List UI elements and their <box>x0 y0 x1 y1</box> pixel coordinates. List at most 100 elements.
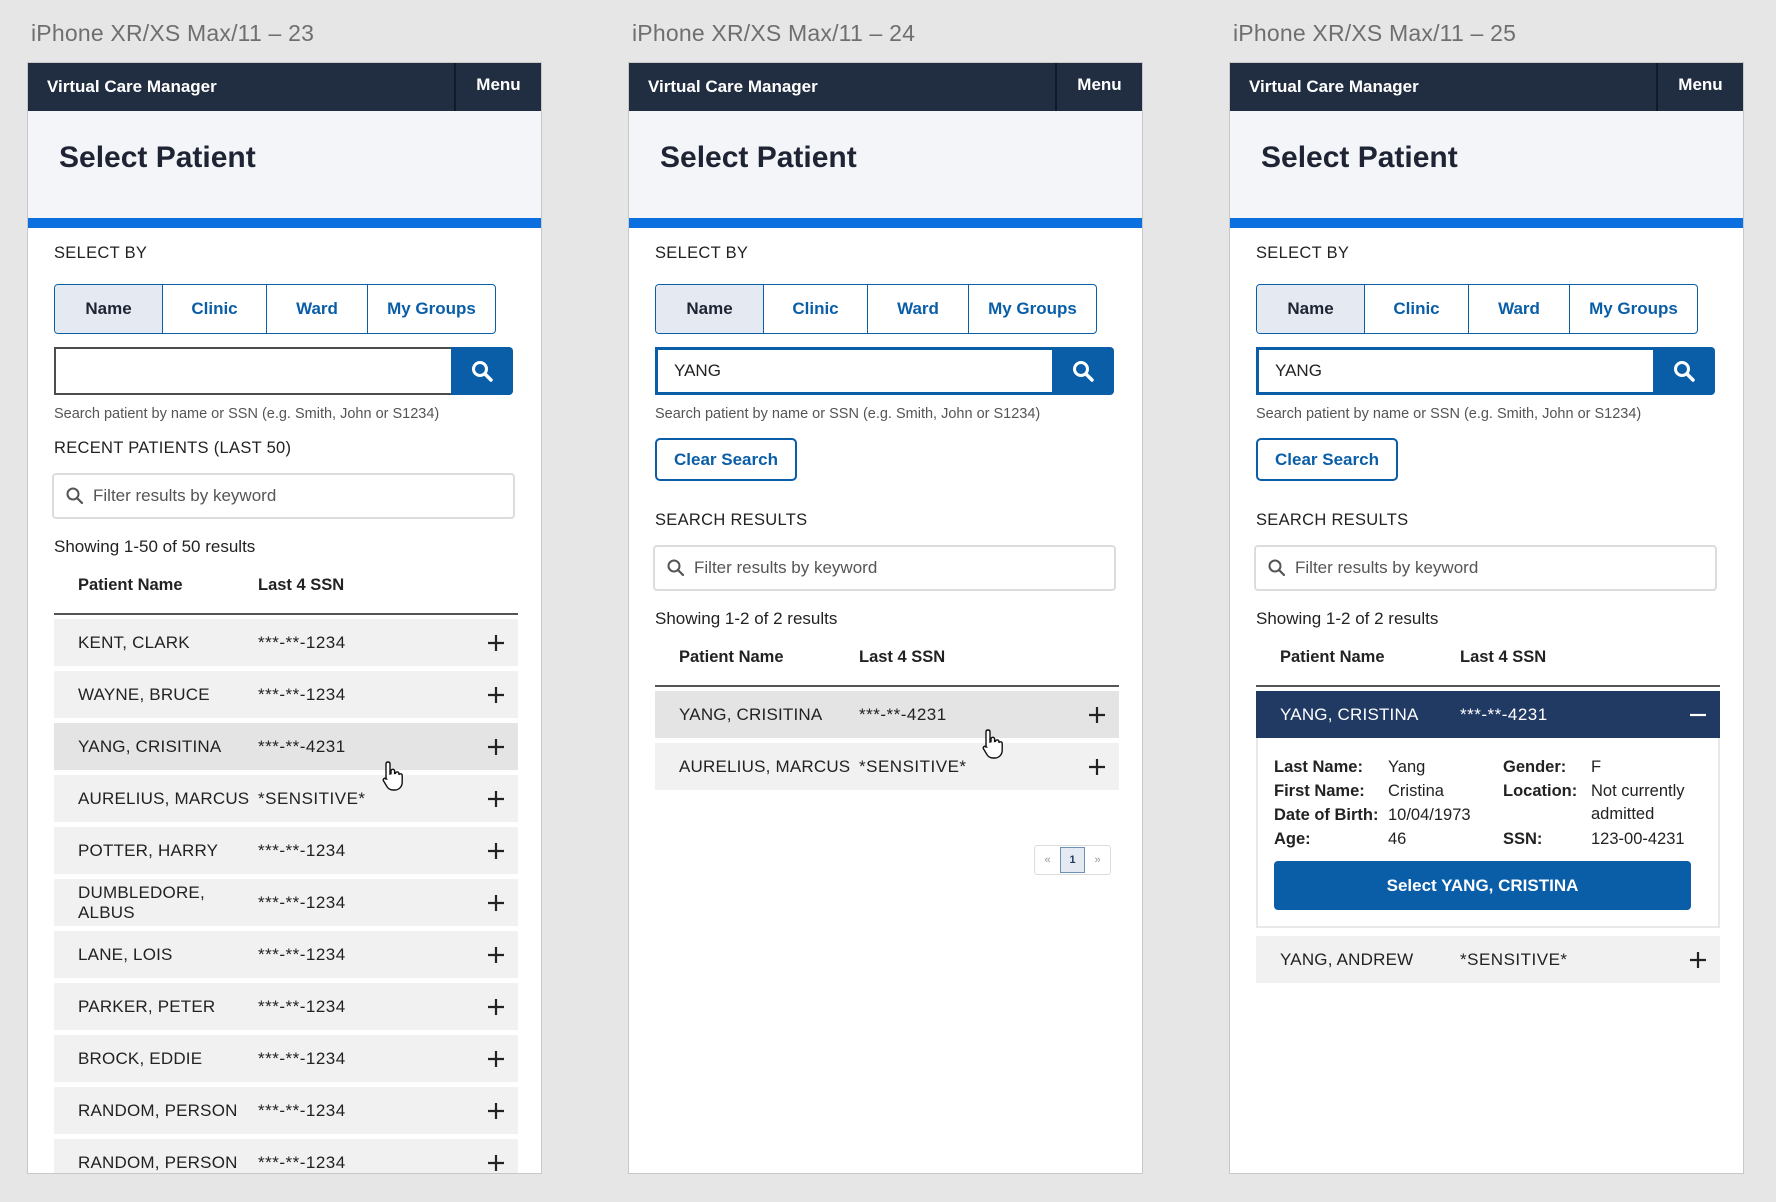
search-button[interactable] <box>1052 347 1114 395</box>
search-results-label: SEARCH RESULTS <box>1256 511 1409 529</box>
search-icon <box>472 361 493 382</box>
patient-row[interactable]: DUMBLEDORE, ALBUS ***-**-1234 <box>54 879 518 926</box>
patient-row[interactable]: PARKER, PETER ***-**-1234 <box>54 983 518 1030</box>
filter-input[interactable]: Filter results by keyword <box>52 473 515 519</box>
first-name-label: First Name: <box>1274 782 1365 800</box>
page-header: Select Patient <box>629 111 1142 228</box>
expand-plus-icon[interactable] <box>1075 758 1119 776</box>
expand-plus-icon[interactable] <box>474 842 518 860</box>
expand-plus-icon[interactable] <box>474 634 518 652</box>
expand-plus-icon[interactable] <box>474 998 518 1016</box>
patient-row[interactable]: AURELIUS, MARCUS *SENSITIVE* <box>54 775 518 822</box>
patient-row[interactable]: AURELIUS, MARCUS *SENSITIVE* <box>655 743 1119 790</box>
select-by-my-groups-tab[interactable]: My Groups <box>367 285 495 333</box>
select-by-segmented-control: Name Clinic Ward My Groups <box>1256 284 1698 334</box>
patient-ssn: *SENSITIVE* <box>258 788 366 808</box>
search-hint: Search patient by name or SSN (e.g. Smit… <box>54 406 440 422</box>
col-patient-name: Patient Name <box>679 648 784 666</box>
select-by-ward-tab[interactable]: Ward <box>867 285 968 333</box>
first-name-value: Cristina <box>1388 782 1444 800</box>
select-by-name-tab[interactable]: Name <box>656 285 763 333</box>
patient-name: YANG, CRISITINA <box>78 736 222 756</box>
select-by-name-tab[interactable]: Name <box>1257 285 1364 333</box>
patient-name: POTTER, HARRY <box>78 840 219 860</box>
select-by-clinic-tab[interactable]: Clinic <box>162 285 266 333</box>
top-nav-bar: Virtual Care Manager Menu <box>1230 63 1743 111</box>
age-value: 46 <box>1388 830 1407 848</box>
patient-row[interactable]: RANDOM, PERSON ***-**-1234 <box>54 1139 518 1173</box>
patient-row[interactable]: BROCK, EDDIE ***-**-1234 <box>54 1035 518 1082</box>
patient-ssn: ***-**-1234 <box>258 1100 346 1120</box>
expand-plus-icon[interactable] <box>474 894 518 912</box>
pagination: « 1 » <box>1034 845 1111 875</box>
patient-name: RANDOM, PERSON <box>78 1152 238 1172</box>
select-patient-button[interactable]: Select YANG, CRISTINA <box>1274 861 1691 910</box>
patient-row[interactable]: WAYNE, BRUCE ***-**-1234 <box>54 671 518 718</box>
patient-detail-panel: Last Name: Yang Gender: F First Name: Cr… <box>1256 738 1720 928</box>
patient-name: YANG, ANDREW <box>1280 949 1414 969</box>
filter-input[interactable]: Filter results by keyword <box>653 545 1116 591</box>
expand-plus-icon[interactable] <box>474 1154 518 1172</box>
select-by-ward-tab[interactable]: Ward <box>266 285 367 333</box>
location-value: Not currently admitted <box>1591 782 1685 823</box>
patient-search-input[interactable] <box>1256 347 1653 395</box>
location-label: Location: <box>1503 782 1578 800</box>
patient-ssn: ***-**-1234 <box>258 892 346 912</box>
artboard-label: iPhone XR/XS Max/11 – 23 <box>31 20 315 46</box>
expand-plus-icon[interactable] <box>1075 706 1119 724</box>
patient-name: LANE, LOIS <box>78 944 173 964</box>
patient-row[interactable]: POTTER, HARRY ***-**-1234 <box>54 827 518 874</box>
clear-search-button[interactable]: Clear Search <box>655 438 797 481</box>
dob-value: 10/04/1973 <box>1388 806 1471 824</box>
patient-search-input[interactable] <box>54 347 451 395</box>
expand-plus-icon[interactable] <box>474 686 518 704</box>
search-hint: Search patient by name or SSN (e.g. Smit… <box>1256 406 1642 422</box>
select-by-ward-tab[interactable]: Ward <box>1468 285 1569 333</box>
expand-plus-icon[interactable] <box>474 1050 518 1068</box>
menu-button[interactable]: Menu <box>1055 63 1142 111</box>
patient-row[interactable]: KENT, CLARK ***-**-1234 <box>54 619 518 666</box>
patient-row[interactable]: YANG, ANDREW *SENSITIVE* <box>1256 936 1720 983</box>
patient-row[interactable]: LANE, LOIS ***-**-1234 <box>54 931 518 978</box>
expand-plus-icon[interactable] <box>1676 951 1720 969</box>
select-by-my-groups-tab[interactable]: My Groups <box>1569 285 1697 333</box>
search-button[interactable] <box>451 347 513 395</box>
menu-button[interactable]: Menu <box>1656 63 1743 111</box>
expand-plus-icon[interactable] <box>474 790 518 808</box>
col-last-4-ssn: Last 4 SSN <box>1460 648 1547 666</box>
select-by-clinic-tab[interactable]: Clinic <box>763 285 867 333</box>
phone-screen-25: Virtual Care Manager Menu Select Patient… <box>1229 62 1744 1174</box>
hand-pointer-cursor-icon <box>382 761 403 791</box>
pagination-page-1[interactable]: 1 <box>1060 847 1085 873</box>
app-title: Virtual Care Manager <box>47 77 217 96</box>
pagination-prev[interactable]: « <box>1035 846 1060 874</box>
search-icon <box>1073 361 1094 382</box>
patient-ssn: ***-**-1234 <box>258 1048 346 1068</box>
collapse-minus-icon[interactable] <box>1676 706 1720 724</box>
patient-row[interactable]: YANG, CRISITINA ***-**-4231 <box>54 723 518 770</box>
search-button[interactable] <box>1653 347 1715 395</box>
patient-row[interactable]: RANDOM, PERSON ***-**-1234 <box>54 1087 518 1134</box>
expand-plus-icon[interactable] <box>474 946 518 964</box>
table-header: Patient Name Last 4 SSN <box>655 645 1119 687</box>
filter-input[interactable]: Filter results by keyword <box>1254 545 1717 591</box>
recent-patients-label: RECENT PATIENTS (LAST 50) <box>54 439 292 457</box>
patient-search-input[interactable] <box>655 347 1052 395</box>
menu-button[interactable]: Menu <box>454 63 541 111</box>
select-by-name-tab[interactable]: Name <box>55 285 162 333</box>
patient-name: WAYNE, BRUCE <box>78 684 210 704</box>
expand-plus-icon[interactable] <box>474 738 518 756</box>
patient-row-expanded[interactable]: YANG, CRISTINA ***-**-4231 <box>1256 691 1720 738</box>
expand-plus-icon[interactable] <box>474 1102 518 1120</box>
select-by-clinic-tab[interactable]: Clinic <box>1364 285 1468 333</box>
search-icon <box>1268 559 1286 577</box>
page-title: Select Patient <box>660 141 857 174</box>
pagination-next[interactable]: » <box>1085 846 1110 874</box>
select-by-my-groups-tab[interactable]: My Groups <box>968 285 1096 333</box>
last-name-label: Last Name: <box>1274 758 1363 776</box>
clear-search-button[interactable]: Clear Search <box>1256 438 1398 481</box>
page-title: Select Patient <box>59 141 256 174</box>
ssn-value: 123-00-4231 <box>1591 830 1685 848</box>
patient-name: BROCK, EDDIE <box>78 1048 203 1068</box>
patient-row[interactable]: YANG, CRISITINA ***-**-4231 <box>655 691 1119 738</box>
